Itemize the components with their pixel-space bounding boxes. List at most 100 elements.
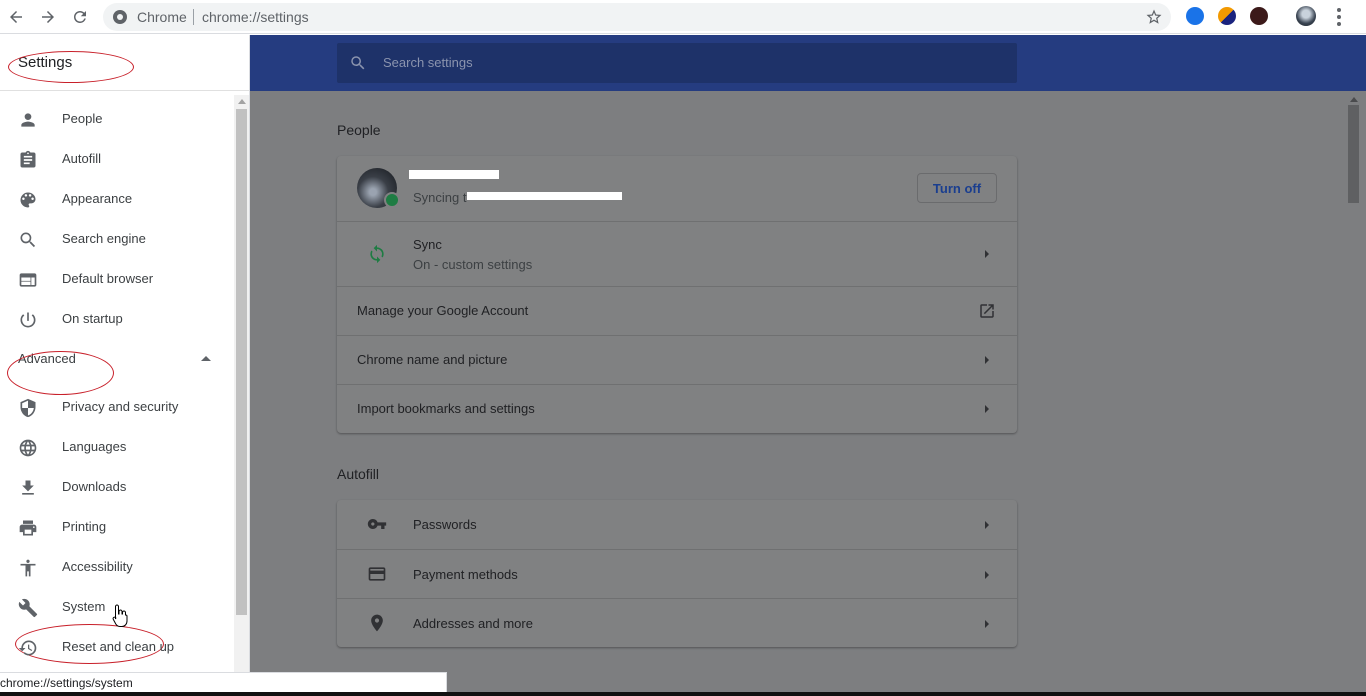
url-text[interactable]: chrome://settings <box>202 9 309 25</box>
collapse-arrow-icon <box>201 356 211 361</box>
scroll-up-icon[interactable] <box>1350 97 1358 102</box>
account-row: Syncing t Turn off <box>337 156 1017 221</box>
wrench-icon <box>18 598 38 618</box>
addresses-row[interactable]: Addresses and more <box>337 598 1017 647</box>
payment-row[interactable]: Payment methods <box>337 549 1017 598</box>
sidebar-item-accessibility[interactable]: Accessibility <box>0 547 234 587</box>
address-bar[interactable]: Chrome chrome://settings <box>103 3 1171 31</box>
manage-account-row[interactable]: Manage your Google Account <box>337 286 1017 335</box>
scroll-up-icon[interactable] <box>238 99 246 104</box>
extension-a-icon[interactable] <box>1186 7 1204 25</box>
download-icon <box>18 478 38 498</box>
main-scroll-thumb[interactable] <box>1348 105 1359 203</box>
sidebar-item-label: Search engine <box>62 231 146 246</box>
chevron-right-icon <box>985 521 989 529</box>
settings-main: Search settings People Syncing t Turn of… <box>250 35 1366 696</box>
sidebar-item-label: Reset and clean up <box>62 639 175 654</box>
external-link-icon <box>978 302 996 320</box>
sidebar-item-on-startup[interactable]: On startup <box>0 299 234 339</box>
browser-toolbar: Chrome chrome://settings <box>0 0 1366 34</box>
accessibility-icon <box>18 558 38 578</box>
sidebar-item-reset[interactable]: Reset and clean up <box>0 627 234 667</box>
import-row[interactable]: Import bookmarks and settings <box>337 384 1017 433</box>
manage-account-label: Manage your Google Account <box>357 303 529 318</box>
key-icon <box>367 514 387 534</box>
main-scrollbar[interactable] <box>1345 91 1366 696</box>
redacted-email <box>467 192 622 200</box>
sidebar-item-people[interactable]: People <box>0 99 234 139</box>
person-icon <box>18 110 38 130</box>
redacted-name <box>409 170 499 179</box>
sidebar-item-downloads[interactable]: Downloads <box>0 467 234 507</box>
power-icon <box>18 310 38 330</box>
palette-icon <box>18 190 38 210</box>
sidebar-item-label: Default browser <box>62 271 154 286</box>
sidebar-item-label: On startup <box>62 311 123 326</box>
sync-badge-icon <box>384 192 400 208</box>
sync-label: Sync <box>413 237 442 252</box>
sidebar-item-default-browser[interactable]: Default browser <box>0 259 234 299</box>
sidebar-item-label: Appearance <box>62 191 133 206</box>
search-input[interactable]: Search settings <box>337 43 1017 83</box>
sync-row[interactable]: Sync On - custom settings <box>337 221 1017 286</box>
star-icon[interactable] <box>1145 8 1163 26</box>
settings-header: Search settings <box>250 35 1366 91</box>
status-bar: chrome://settings/system <box>0 672 447 694</box>
sidebar-item-privacy[interactable]: Privacy and security <box>0 387 234 427</box>
addresses-label: Addresses and more <box>413 616 533 631</box>
passwords-row[interactable]: Passwords <box>337 500 1017 549</box>
back-icon[interactable] <box>4 5 28 29</box>
people-card: Syncing t Turn off Sync On - custom sett… <box>337 156 1017 433</box>
taskbar-strip <box>0 692 1366 696</box>
sidebar-scrollbar[interactable] <box>234 95 249 696</box>
chevron-right-icon <box>985 620 989 628</box>
sidebar-item-label: System <box>62 599 106 614</box>
history-icon <box>18 638 38 658</box>
reload-icon[interactable] <box>68 5 92 29</box>
chrome-name-row[interactable]: Chrome name and picture <box>337 335 1017 384</box>
settings-sidebar: Settings People Autofill Appearance Sear… <box>0 35 250 696</box>
extension-2-icon[interactable] <box>1218 7 1236 25</box>
search-icon <box>18 230 38 250</box>
sidebar-header: Settings <box>0 35 249 91</box>
sidebar-scroll-thumb[interactable] <box>236 109 247 615</box>
sidebar-item-label: People <box>62 111 103 126</box>
sync-status: On - custom settings <box>413 257 533 272</box>
extension-k-icon[interactable] <box>1250 7 1268 25</box>
sync-icon <box>367 244 387 264</box>
sidebar-item-printing[interactable]: Printing <box>0 507 234 547</box>
profile-avatar-icon[interactable] <box>1296 6 1316 26</box>
shield-icon <box>18 398 38 418</box>
printer-icon <box>18 518 38 538</box>
forward-icon[interactable] <box>36 5 60 29</box>
chrome-site-icon <box>113 10 127 24</box>
browser-window-icon <box>18 270 38 290</box>
payment-label: Payment methods <box>413 567 518 582</box>
import-label: Import bookmarks and settings <box>357 401 535 416</box>
globe-icon <box>18 438 38 458</box>
omnibox-divider <box>193 9 194 25</box>
clipboard-icon <box>18 150 38 170</box>
sidebar-item-autofill[interactable]: Autofill <box>0 139 234 179</box>
location-pin-icon <box>367 613 387 633</box>
annotation-ellipse-settings <box>8 51 134 83</box>
menu-icon[interactable] <box>1330 5 1348 29</box>
people-section-title: People <box>337 122 381 138</box>
site-label: Chrome <box>137 9 187 25</box>
sidebar-item-appearance[interactable]: Appearance <box>0 179 234 219</box>
sidebar-item-label: Downloads <box>62 479 127 494</box>
hand-cursor-icon <box>112 604 128 627</box>
search-placeholder: Search settings <box>383 55 473 70</box>
autofill-section-title: Autofill <box>337 466 380 482</box>
sidebar-item-languages[interactable]: Languages <box>0 427 234 467</box>
sidebar-item-search-engine[interactable]: Search engine <box>0 219 234 259</box>
chevron-right-icon <box>985 250 989 258</box>
passwords-label: Passwords <box>413 517 477 532</box>
sidebar-item-label: Privacy and security <box>62 399 179 414</box>
syncing-text: Syncing t <box>413 190 467 205</box>
autofill-card: Passwords Payment methods Addresses and … <box>337 500 1017 647</box>
sidebar-item-label: Languages <box>62 439 127 454</box>
sidebar-item-label: Accessibility <box>62 559 133 574</box>
turn-off-button[interactable]: Turn off <box>917 173 997 203</box>
sidebar-item-label: Printing <box>62 519 107 534</box>
